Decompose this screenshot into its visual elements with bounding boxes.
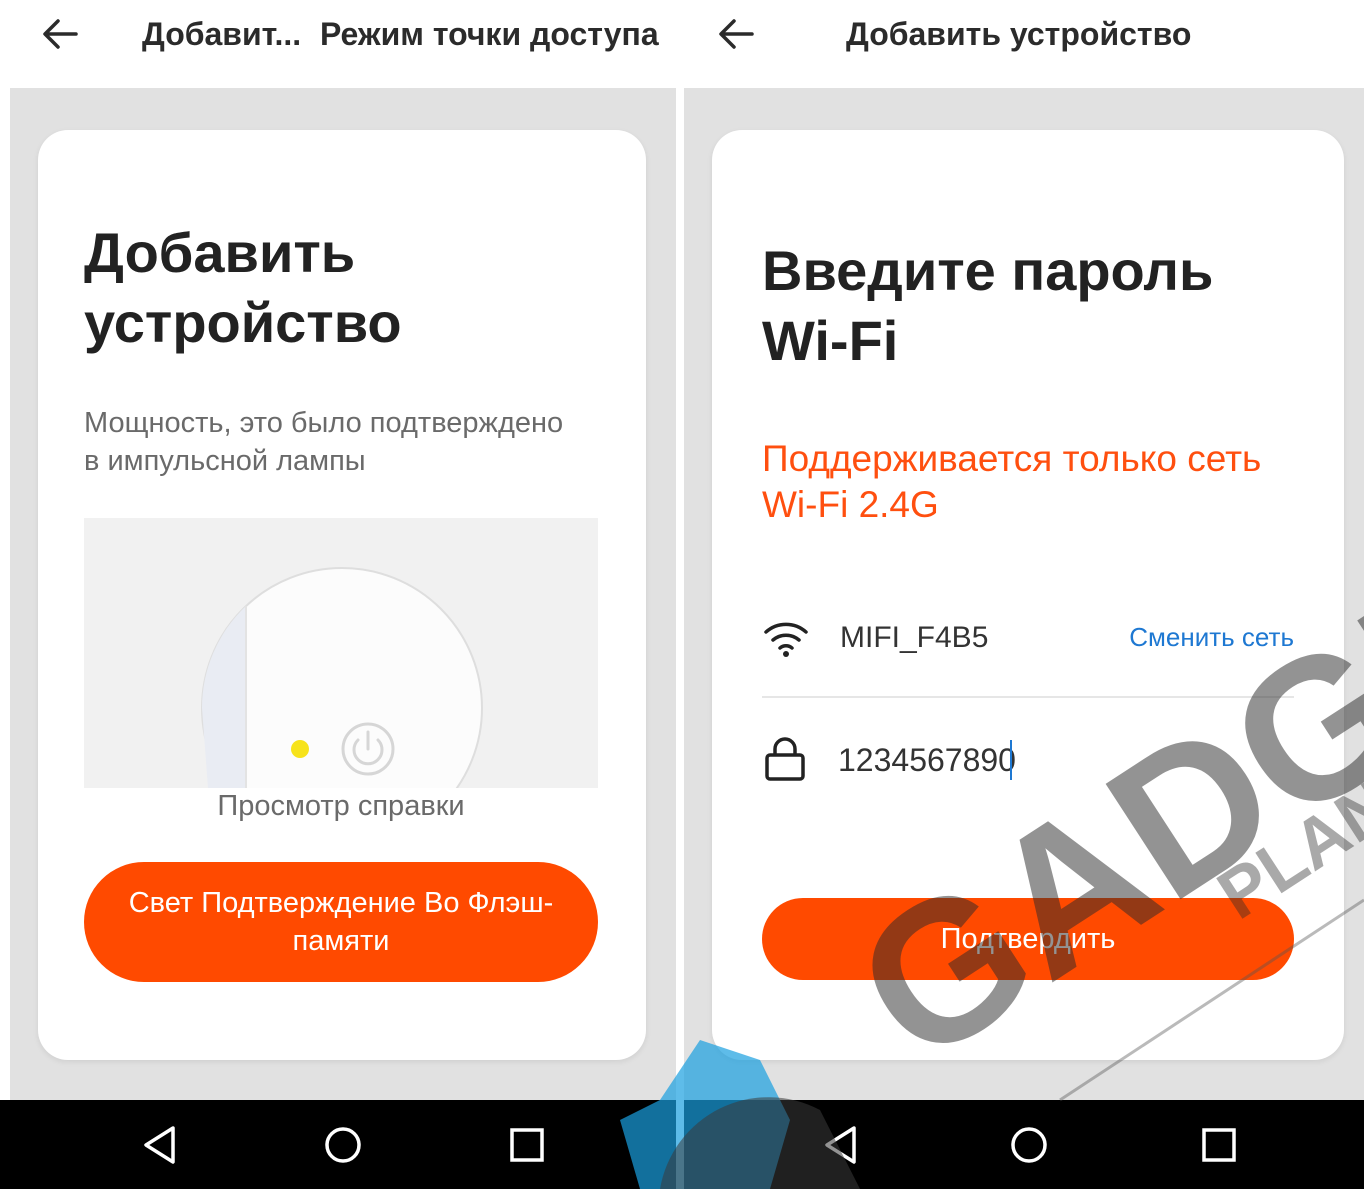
back-arrow-icon: [719, 19, 754, 49]
page-title: Режим точки доступа: [320, 16, 659, 52]
back-arrow-icon: [43, 19, 78, 49]
top-app-bar: Добавить устройство: [684, 0, 1364, 88]
nav-home-button[interactable]: [1004, 1120, 1054, 1170]
nav-back-icon: [825, 1126, 856, 1164]
bulb-illustration: [84, 518, 598, 788]
password-row: [764, 736, 806, 782]
nav-back-button[interactable]: [135, 1120, 185, 1170]
description-line-1: Мощность, это было подтверждено: [84, 407, 564, 439]
nav-back-icon: [144, 1126, 175, 1164]
card-heading: Введите пароль Wi-Fi: [762, 236, 1213, 376]
card-description: Мощность, это было подтверждено в импуль…: [84, 404, 563, 480]
page-title: Добавить устройство: [846, 16, 1192, 52]
confirm-flash-button[interactable]: Свет Подтверждение Во Флэш- памяти: [84, 862, 598, 982]
wifi-band-warning: Поддерживается только сеть Wi-Fi 2.4G: [762, 436, 1261, 528]
nav-recents-button[interactable]: [1194, 1120, 1244, 1170]
warning-line-2: Wi-Fi 2.4G: [762, 484, 939, 525]
description-line-2: в импульсной лампы: [84, 445, 366, 477]
card-heading: Добавить устройство: [84, 218, 402, 358]
heading-line-2: Wi-Fi: [762, 309, 899, 372]
nav-home-icon: [1011, 1127, 1047, 1163]
wifi-ssid: MIFI_F4B5: [840, 621, 989, 654]
wifi-network-row: MIFI_F4B5: [762, 616, 988, 660]
nav-back-button[interactable]: [816, 1120, 866, 1170]
device-card: Добавить устройство Мощность, это было п…: [38, 130, 646, 1060]
confirm-button-line-1: Свет Подтверждение Во Флэш-: [128, 887, 554, 919]
nav-home-icon: [325, 1127, 361, 1163]
nav-recents-icon: [1202, 1128, 1236, 1162]
lock-icon: [765, 737, 805, 781]
field-divider: [762, 696, 1294, 698]
wifi-icon: [764, 622, 808, 657]
back-button[interactable]: [712, 12, 760, 56]
change-network-link[interactable]: Сменить сеть: [1129, 622, 1294, 653]
heading-line-2: устройство: [84, 291, 402, 354]
confirm-button-line-2: памяти: [292, 925, 390, 957]
text-caret: [1010, 740, 1012, 780]
lamp-illustration-graphic: [201, 567, 483, 788]
screens-divider: [676, 0, 684, 1189]
warning-line-1: Поддерживается только сеть: [762, 438, 1262, 479]
right-screen: Добавить устройство Введите пароль Wi-Fi…: [684, 0, 1364, 1189]
wifi-card: Введите пароль Wi-Fi Поддерживается толь…: [712, 130, 1344, 1060]
left-screen: Добавит... Режим точки доступа Добавить …: [0, 0, 676, 1189]
back-button[interactable]: [36, 12, 84, 56]
nav-recents-button[interactable]: [502, 1120, 552, 1170]
previous-page-title: Добавит...: [142, 16, 302, 52]
help-link[interactable]: Просмотр справки: [84, 790, 598, 830]
wifi-password-input[interactable]: [838, 738, 1258, 782]
heading-line-1: Введите пароль: [762, 239, 1214, 302]
system-nav-bar: [0, 1100, 676, 1189]
confirm-button[interactable]: Подтвердить: [762, 898, 1294, 980]
top-app-bar: Добавит... Режим точки доступа: [0, 0, 676, 88]
nav-recents-icon: [510, 1128, 544, 1162]
heading-line-1: Добавить: [84, 221, 356, 284]
system-nav-bar: [684, 1100, 1364, 1189]
nav-home-button[interactable]: [318, 1120, 368, 1170]
